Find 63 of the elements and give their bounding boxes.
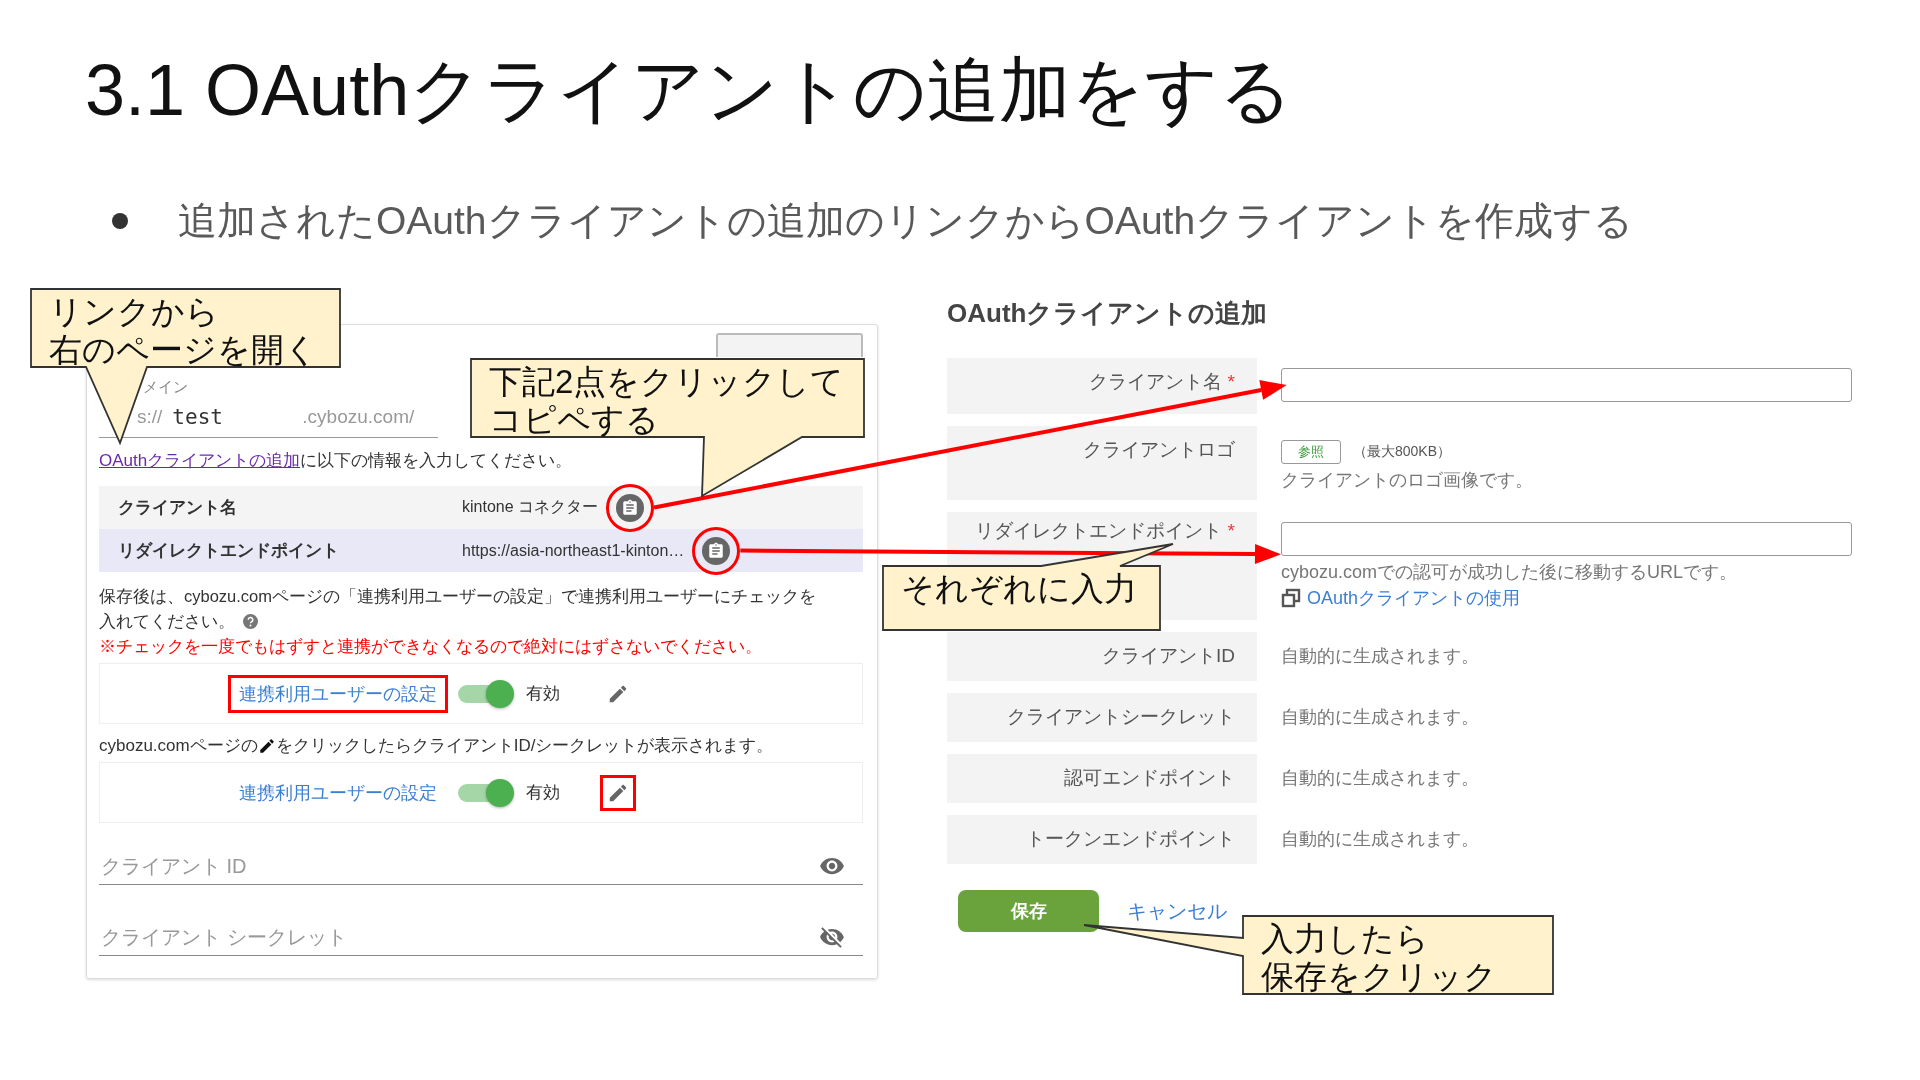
domain-label: メイン: [143, 378, 188, 395]
oauth-client-link[interactable]: OAuthクライアントの追加: [99, 451, 301, 470]
cancel-link[interactable]: キャンセル: [1127, 897, 1227, 925]
size-limit: （最大800KB）: [1353, 443, 1452, 461]
state-label: 有効: [526, 683, 560, 705]
warning-text: ※チェックを一度でもはずすと連携ができなくなるので絶対にはずさないでください。: [99, 636, 763, 658]
toggle-switch[interactable]: [456, 778, 514, 807]
field-label: トークンエンドポイント: [1026, 828, 1235, 849]
external-window-icon: [1281, 588, 1301, 608]
text-field[interactable]: クライアント ID: [99, 853, 819, 879]
info-value: https://asia-northeast1-kinton…: [462, 541, 685, 560]
note-text: 入れてください。: [99, 611, 235, 632]
edit-icon[interactable]: [600, 774, 636, 811]
callout-text: 保存をクリック: [1261, 958, 1497, 996]
auto-value: 自動的に生成されます。: [1281, 706, 1480, 729]
clipboard-icon[interactable]: [702, 536, 731, 565]
domain-prefix: s://: [136, 406, 163, 428]
hint-text: をクリックしたらクライアントID/シークレットが表示されます。: [275, 735, 774, 757]
help-text: cybozu.comでの認可が成功した後に移動するURLです。: [1281, 561, 1739, 584]
field-label: クライアントID: [1102, 645, 1235, 666]
instruction-text: OAuthクライアントの追加に以下の情報を入力してください。: [99, 450, 574, 472]
callout-text: 入力したら: [1261, 920, 1429, 958]
form-heading: OAuthクライアントの追加: [947, 297, 1269, 330]
bullet-icon: [112, 213, 128, 229]
pencil-icon: [257, 737, 276, 755]
info-label: クライアント名: [117, 497, 238, 519]
note-text: 保存後は、cybozu.comページの「連携利用ユーザーの設定」で連携利用ユーザーにチェックを: [99, 586, 817, 607]
field-label: クライアント名: [1088, 371, 1222, 392]
field-label: クライアントロゴ: [1083, 439, 1235, 460]
required-mark: *: [1227, 371, 1235, 392]
callout-text: リンクから: [49, 293, 219, 331]
field-label: クライアントシークレット: [1007, 706, 1235, 727]
clipboard-icon[interactable]: [616, 493, 645, 522]
input-field[interactable]: [1281, 522, 1852, 556]
callout-text: それぞれに入力: [901, 570, 1137, 608]
user-settings-link[interactable]: 連携利用ユーザーの設定: [228, 674, 448, 713]
input-field[interactable]: [1281, 368, 1852, 402]
info-label: リダイレクトエンドポイント: [117, 540, 340, 562]
eye-slash-icon[interactable]: [819, 924, 845, 950]
auto-value: 自動的に生成されます。: [1281, 645, 1480, 668]
domain-suffix: .cybozu.com/: [302, 406, 415, 428]
user-settings-link[interactable]: 連携利用ユーザーの設定: [228, 773, 448, 812]
slide-title: 3.1 OAuthクライアントの追加をする: [84, 49, 1295, 132]
field-label: 認可エンドポイント: [1064, 767, 1235, 788]
help-text: クライアントのロゴ画像です。: [1281, 469, 1534, 492]
help-icon: [243, 614, 258, 629]
toggle-switch[interactable]: [456, 679, 514, 708]
state-label: 有効: [526, 782, 560, 804]
hint-text: cybozu.comページの: [99, 735, 258, 757]
auto-value: 自動的に生成されます。: [1281, 767, 1480, 790]
domain-value: test: [172, 405, 224, 429]
save-button[interactable]: 保存: [958, 890, 1099, 932]
auto-value: 自動的に生成されます。: [1281, 828, 1480, 851]
text-field[interactable]: クライアント シークレット: [99, 924, 819, 950]
info-value: kintone コネクター: [462, 497, 599, 517]
required-mark: *: [1227, 520, 1235, 541]
browse-button[interactable]: 参照: [1281, 440, 1341, 464]
field-label: リダイレクトエンドポイント: [974, 520, 1222, 541]
callout-text: 右のページを開く: [49, 331, 318, 369]
help-link[interactable]: OAuthクライアントの使用: [1307, 586, 1521, 610]
callout-text: 下記2点をクリックして: [489, 363, 845, 401]
bullet-text: 追加されたOAuthクライアントの追加のリンクからOAuthクライアントを作成する: [178, 198, 1634, 244]
callout-text: コピペする: [489, 401, 659, 439]
